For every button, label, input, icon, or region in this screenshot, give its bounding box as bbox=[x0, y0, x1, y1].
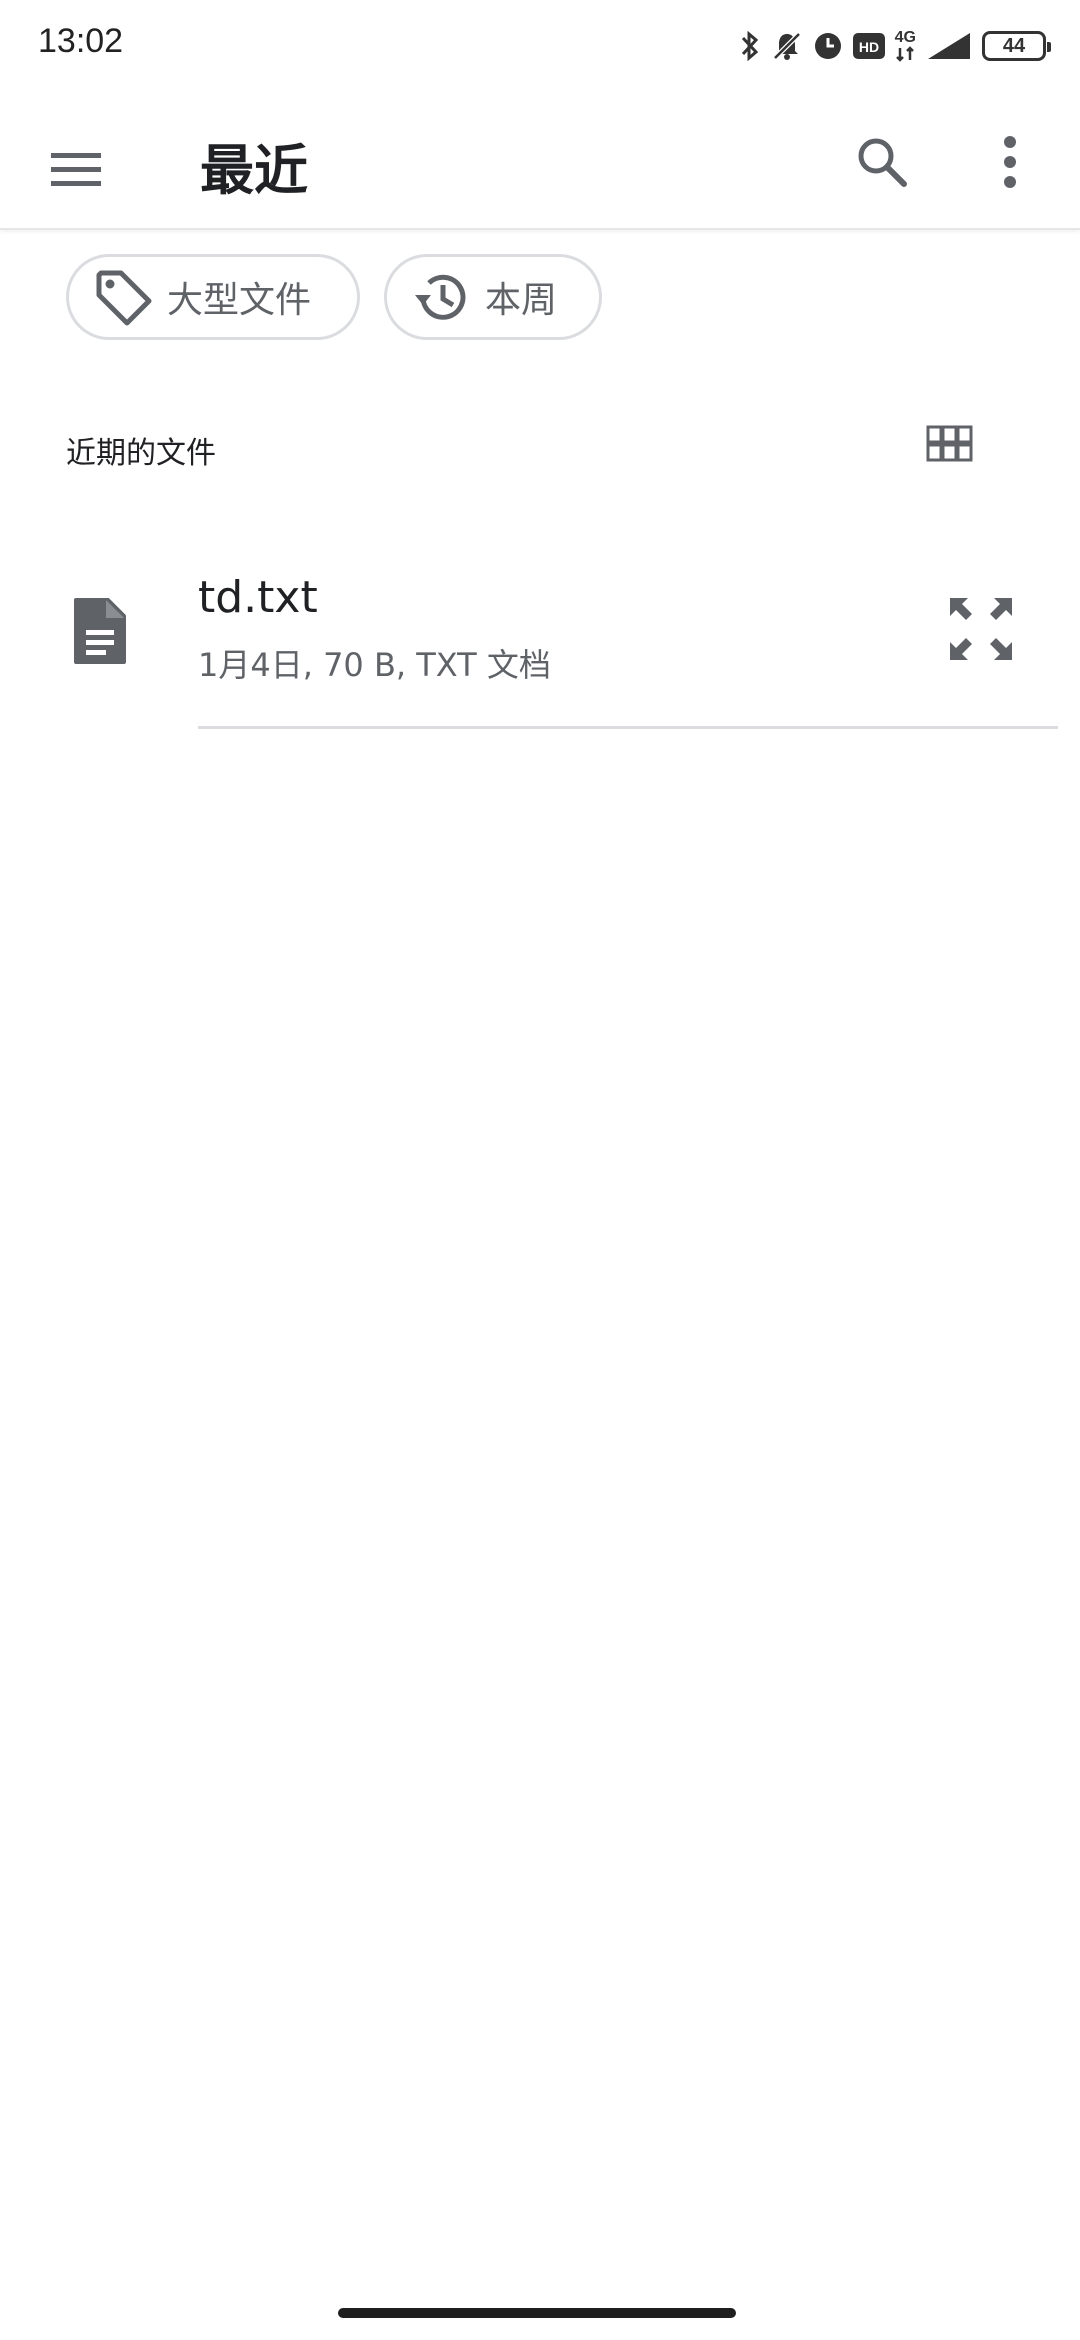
section-title: 近期的文件 bbox=[66, 436, 216, 471]
alarm-icon bbox=[813, 31, 843, 61]
battery-level: 44 bbox=[1002, 34, 1026, 57]
tag-icon bbox=[93, 267, 153, 327]
signal-icon bbox=[926, 31, 972, 61]
battery-icon: 44 bbox=[982, 31, 1051, 61]
status-time: 13:02 bbox=[38, 22, 124, 60]
more-options-button[interactable] bbox=[968, 120, 1052, 204]
expand-button[interactable] bbox=[944, 592, 1018, 666]
search-icon bbox=[858, 138, 907, 187]
grid-view-button[interactable] bbox=[918, 412, 982, 476]
grid-view-icon bbox=[926, 425, 973, 462]
menu-icon bbox=[51, 153, 101, 186]
app-bar: 最近 bbox=[0, 90, 1080, 230]
more-vert-icon bbox=[1004, 136, 1016, 188]
search-button[interactable] bbox=[840, 120, 924, 204]
chip-this-week[interactable]: 本周 bbox=[384, 254, 602, 340]
list-item[interactable]: td.txt 1月4日, 70 B, TXT 文档 bbox=[0, 560, 1080, 730]
status-icons: HD 4G 44 bbox=[739, 26, 1051, 66]
menu-button[interactable] bbox=[34, 128, 118, 212]
mute-bell-icon bbox=[771, 30, 803, 62]
file-meta: 1月4日, 70 B, TXT 文档 bbox=[198, 646, 551, 684]
divider bbox=[198, 726, 1058, 729]
status-bar: 13:02 HD 4G 44 bbox=[0, 0, 1080, 90]
gesture-bar[interactable] bbox=[338, 2308, 736, 2318]
chip-large-files[interactable]: 大型文件 bbox=[66, 254, 360, 340]
history-icon bbox=[411, 267, 471, 327]
bluetooth-icon bbox=[739, 30, 761, 62]
chip-label: 本周 bbox=[485, 280, 558, 321]
expand-icon bbox=[950, 598, 1012, 660]
hd-icon: HD bbox=[852, 33, 885, 59]
document-icon bbox=[74, 598, 126, 664]
network-indicator: 4G bbox=[895, 30, 916, 62]
chip-label: 大型文件 bbox=[167, 280, 312, 321]
page-title: 最近 bbox=[200, 139, 308, 202]
svg-text:HD: HD bbox=[859, 39, 879, 55]
file-name: td.txt bbox=[198, 572, 318, 623]
network-label: 4G bbox=[894, 29, 916, 46]
